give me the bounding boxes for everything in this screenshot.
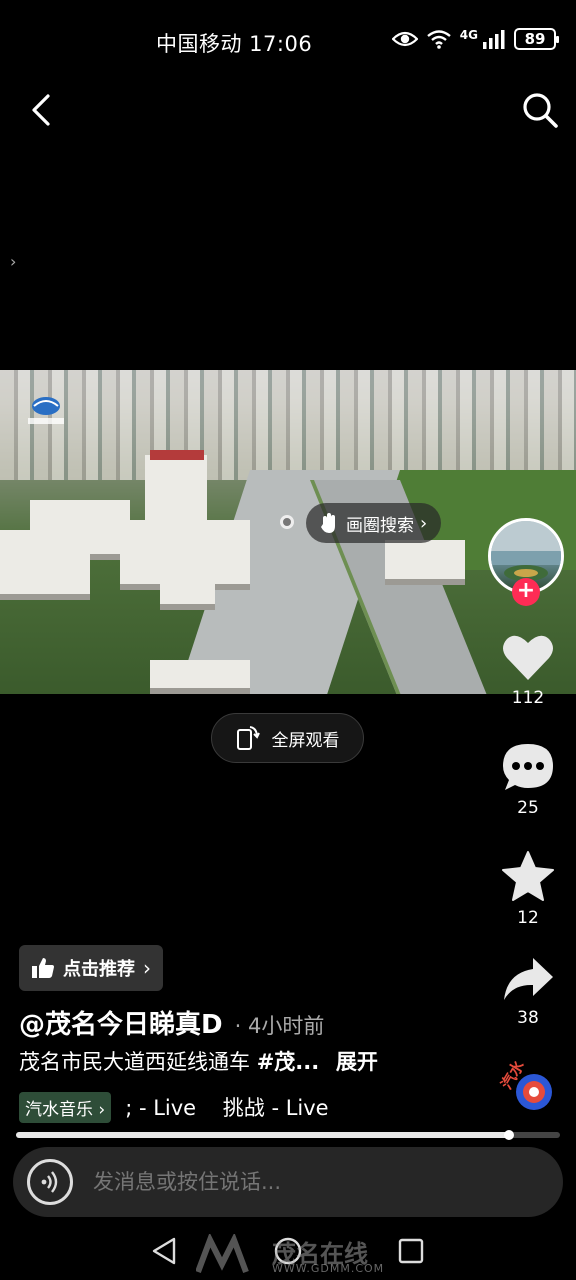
- recommend-label: 点击推荐: [63, 959, 135, 980]
- progress-fill: [16, 1132, 510, 1138]
- post-time-value: 4小时前: [247, 1014, 325, 1038]
- battery-indicator: 89: [514, 28, 559, 50]
- wifi-icon: [427, 30, 451, 49]
- watermark-url: WWW.GDMM.COM: [272, 1262, 385, 1275]
- author-name[interactable]: @茂名今日睇真D: [19, 1004, 223, 1041]
- video-player[interactable]: [0, 370, 576, 694]
- nav-recents-icon[interactable]: [396, 1236, 426, 1266]
- share-count: 38: [517, 1008, 539, 1028]
- star-icon: [502, 851, 554, 901]
- author-line: @茂名今日睇真D · 4小时前: [19, 1004, 324, 1041]
- fullscreen-label: 全屏观看: [271, 730, 340, 751]
- music-title: ; - Live 挑战 - Live: [125, 1096, 329, 1120]
- follow-button[interactable]: +: [512, 578, 540, 606]
- music-disc-icon[interactable]: 汽水: [498, 1058, 556, 1116]
- chevron-right-icon: ›: [420, 512, 428, 534]
- video-scene-town: [0, 370, 576, 480]
- progress-knob[interactable]: [504, 1130, 515, 1140]
- comment-count: 25: [517, 798, 539, 818]
- post-description[interactable]: 茂名市民大道西延线通车 #茂... 展开: [19, 1046, 378, 1076]
- circle-search-label: 画圈搜索: [346, 515, 414, 536]
- voice-button[interactable]: [27, 1159, 73, 1205]
- watermark-logo-icon: [196, 1234, 249, 1274]
- hand-icon: [321, 513, 335, 533]
- post-time: · 4小时前: [234, 1014, 325, 1038]
- circle-search-dot-icon: [280, 515, 294, 529]
- thumbs-up-icon: [32, 958, 54, 978]
- signal-icon: [483, 30, 505, 49]
- video-scene-building: [160, 565, 215, 610]
- nav-back-icon[interactable]: [150, 1236, 180, 1266]
- video-scene-building: [385, 540, 465, 585]
- back-button[interactable]: [24, 90, 60, 130]
- eye-icon: [391, 31, 418, 47]
- chevron-left-icon: [32, 94, 50, 126]
- video-scene-building: [150, 660, 250, 694]
- favorite-button[interactable]: 12: [496, 850, 560, 928]
- side-panel-chevron-icon[interactable]: ›: [10, 252, 16, 271]
- expand-button[interactable]: 展开: [336, 1050, 378, 1074]
- heart-icon: [503, 635, 553, 680]
- like-button[interactable]: 112: [496, 632, 560, 708]
- status-bar: 中国移动 17:06 4G 89: [0, 0, 576, 84]
- status-icons: 4G 89: [391, 28, 559, 50]
- circle-search-button[interactable]: 画圈搜索 ›: [306, 503, 442, 543]
- video-scene-roof: [150, 450, 204, 460]
- like-count: 112: [511, 688, 545, 708]
- hashtag-link[interactable]: #茂...: [257, 1050, 320, 1074]
- voice-wave-icon: [41, 1171, 58, 1193]
- search-icon: [523, 93, 558, 128]
- music-row[interactable]: 汽水音乐 › ; - Live 挑战 - Live: [19, 1091, 489, 1123]
- video-progress-bar[interactable]: [16, 1130, 560, 1140]
- music-app-badge[interactable]: 汽水音乐 ›: [19, 1091, 112, 1123]
- message-input[interactable]: [93, 1170, 493, 1194]
- share-button[interactable]: 38: [496, 956, 560, 1028]
- channel-logo-icon: [28, 397, 64, 424]
- recommend-button[interactable]: 点击推荐 ›: [19, 945, 163, 991]
- fullscreen-button[interactable]: 全屏观看: [211, 713, 364, 763]
- comment-icon: [503, 744, 553, 790]
- video-scene-building: [0, 530, 90, 600]
- comment-button[interactable]: 25: [496, 742, 560, 818]
- carrier-time: 中国移动 17:06: [156, 32, 313, 56]
- rotate-screen-icon: [236, 726, 260, 750]
- message-bar: [13, 1147, 563, 1217]
- music-badge-label: 汽水音乐: [25, 1099, 93, 1120]
- description-text: 茂名市民大道西延线通车: [19, 1050, 250, 1074]
- network-type: 4G: [459, 28, 478, 42]
- chevron-right-icon: ›: [143, 956, 151, 980]
- search-button[interactable]: [520, 90, 560, 130]
- share-arrow-icon: [504, 958, 553, 1000]
- video-scene-building: [145, 455, 207, 530]
- favorite-count: 12: [517, 908, 539, 928]
